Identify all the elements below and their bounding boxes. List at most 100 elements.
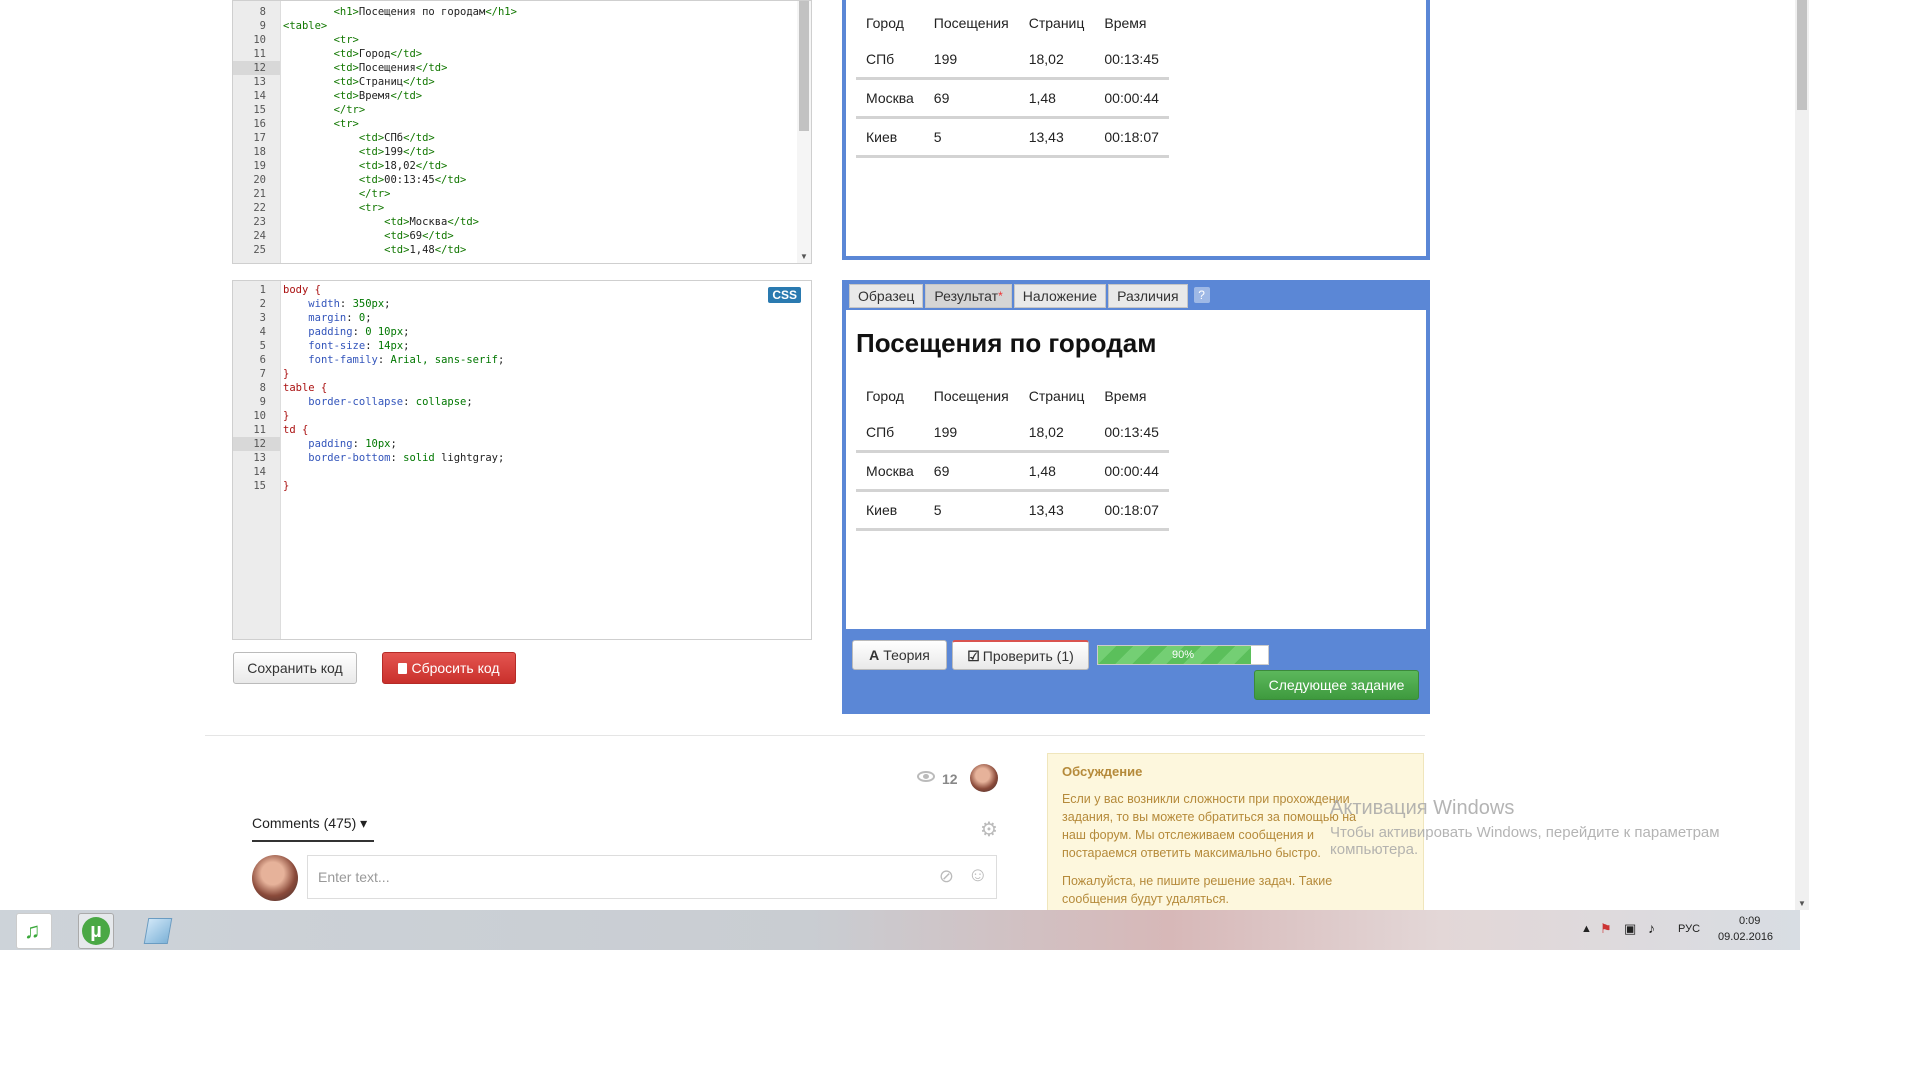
css-code-editor[interactable]: 1 body {2 width: 350px; 3 margin: 0; 4 padd… [232,280,812,640]
line-number: 15 [253,480,266,492]
scroll-down-icon[interactable]: ▼ [800,252,808,261]
line-number: 17 [253,132,266,144]
reset-code-button[interactable]: Сбросить код [382,652,516,684]
table-cell: 199 [923,414,1019,453]
code-line[interactable]: 13 border-bottom: solid lightgray; [233,451,811,465]
line-number: 3 [259,312,266,324]
table-row: СПб 199 18,02 00:13:45 [856,414,1169,453]
code-line[interactable]: 21 </tr> [233,187,811,201]
code-line[interactable]: 14 <td>Время</td> [233,89,811,103]
emoji-icon[interactable]: ☺ [968,864,988,887]
progress-bar: 90% [1097,645,1269,665]
code-text: <td>Посещения</td> [333,62,448,74]
code-line[interactable]: 12 <td>Посещения</td> [233,61,811,75]
scrollbar-thumb[interactable] [799,1,809,131]
code-line[interactable]: 20 <td>00:13:45</td> [233,173,811,187]
code-text: <tr> [333,118,359,130]
code-text: <td>Город</td> [333,48,423,60]
scroll-down-icon[interactable]: ▼ [1798,899,1806,908]
action-center-icon[interactable]: ⚑ [1600,921,1612,937]
save-code-button[interactable]: Сохранить код [233,652,357,684]
code-line[interactable]: 23 <td>Москва</td> [233,215,811,229]
code-line[interactable]: 1 body { [233,283,811,297]
code-line[interactable]: 22 <tr> [233,201,811,215]
code-line[interactable]: 8 table { [233,381,811,395]
notepad-icon[interactable] [140,913,174,947]
taskbar: ♫ µ ▲ ⚑ ▣ ♪ РУС 0:09 09.02.2016 [0,910,1800,950]
code-line[interactable]: 14 [233,465,811,479]
code-text: <td>Москва</td> [384,216,479,228]
comments-tab[interactable]: Comments (475) ▾ [252,815,374,842]
code-line[interactable]: 17 <td>СПб</td> [233,131,811,145]
discussion-title: Обсуждение [1062,764,1143,779]
code-line[interactable]: 18 <td>199</td> [233,145,811,159]
tab-result[interactable]: Результат* [925,284,1012,308]
code-line[interactable]: 6 font-family: Arial, sans-serif; [233,353,811,367]
code-line[interactable]: 16 <tr> [233,117,811,131]
code-text: padding: 10px; [308,438,397,450]
code-line[interactable]: 13 <td>Страниц</td> [233,75,811,89]
line-number: 20 [253,174,266,186]
code-line[interactable]: 15 </tr> [233,103,811,117]
clock-date[interactable]: 09.02.2016 [1718,931,1773,943]
code-text: border-bottom: solid lightgray; [308,452,505,464]
table-row: СПб 199 18,02 00:13:45 [856,41,1169,80]
table-cell: 199 [923,41,1019,80]
html-code-editor[interactable]: 8 <h1>Посещения по городам</h1> 9 <table> 1… [232,0,812,264]
code-line[interactable]: 12 padding: 10px; [233,437,811,451]
line-number: 25 [253,244,266,256]
activation-watermark: Активация Windows Чтобы активировать Win… [1280,797,1760,858]
code-line[interactable]: 2 width: 350px; [233,297,811,311]
page-scrollbar[interactable]: ▼ [1795,0,1809,910]
code-line[interactable]: 25 <td>1,48</td> [233,243,811,257]
code-line[interactable]: 11 td { [233,423,811,437]
code-text: <td>1,48</td> [384,244,467,256]
table-cell: 13,43 [1018,117,1095,158]
comment-input[interactable]: Enter text... ⊘ ☺ [307,855,997,899]
table-cell: 13,43 [1018,490,1095,531]
code-text: <h1>Посещения по городам</h1> [333,6,517,18]
gear-icon[interactable]: ⚙ [980,817,998,842]
code-line[interactable]: 15} [233,479,811,493]
theory-button[interactable]: A Теория [852,640,947,670]
code-text: body { [283,284,321,296]
clock-time[interactable]: 0:09 [1739,915,1760,927]
code-line[interactable]: 3 margin: 0; [233,311,811,325]
music-app-icon[interactable]: ♫ [16,913,52,949]
page-scrollbar-thumb[interactable] [1797,0,1807,110]
line-number: 9 [259,396,266,408]
code-line[interactable]: 4 padding: 0 10px; [233,325,811,339]
tab-differences[interactable]: Различия [1108,284,1188,308]
code-line[interactable]: 11 <td>Город</td> [233,47,811,61]
language-indicator[interactable]: РУС [1678,923,1700,935]
table-cell: Посещения [933,388,1009,404]
code-line[interactable]: 10} [233,409,811,423]
code-line[interactable]: 10 <tr> [233,33,811,47]
tab-sample[interactable]: Образец [849,284,924,308]
code-line[interactable]: 24 <td>69</td> [233,229,811,243]
table-cell: 00:13:45 [1094,414,1169,453]
code-line[interactable]: 8 <h1>Посещения по городам</h1> [233,5,811,19]
next-task-button[interactable]: Следующее задание [1254,670,1419,700]
help-icon[interactable]: ? [1193,287,1210,303]
editor-scrollbar[interactable]: ▼ [797,1,811,263]
show-hidden-icons[interactable]: ▲ [1581,923,1592,935]
code-text: <td>199</td> [358,146,435,158]
code-line[interactable]: 19 <td>18,02</td> [233,159,811,173]
volume-icon[interactable]: ♪ [1648,920,1655,936]
code-line[interactable]: 9 border-collapse: collapse; [233,395,811,409]
check-button[interactable]: ☑ Проверить (1) [952,640,1089,670]
code-line[interactable]: 7} [233,367,811,381]
table-row: Москва 69 1,48 00:00:44 [856,451,1169,492]
line-number: 8 [259,382,266,394]
attach-icon[interactable]: ⊘ [939,866,954,887]
code-text: font-size: 14px; [308,340,410,352]
table-cell: Время [1104,388,1147,404]
activation-text: Чтобы активировать Windows, перейдите к … [1330,824,1720,858]
tab-overlay[interactable]: Наложение [1013,284,1107,308]
network-icon[interactable]: ▣ [1624,921,1636,937]
code-line[interactable]: 9 <table> [233,19,811,33]
author-avatar[interactable] [970,764,998,792]
code-line[interactable]: 5 font-size: 14px; [233,339,811,353]
utorrent-icon[interactable]: µ [78,913,114,949]
